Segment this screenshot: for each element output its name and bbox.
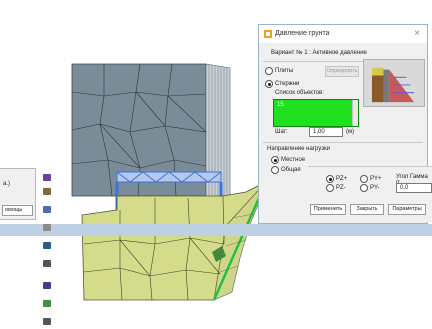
pressure-preview-image [363,59,425,107]
left-panel-label: а.) [3,181,11,187]
yellow-foundation-mesh[interactable] [81,181,268,301]
app-icon [264,30,272,38]
variant-label: Вариант № 1 : Активное давление [271,50,367,56]
radio-plates-label: Плиты [275,68,294,74]
radio-py-plus-label: PY+ [370,176,382,182]
radio-general-label: Общая [281,167,301,173]
radio-pz-plus[interactable]: PZ+ [326,175,347,183]
radio-local-icon[interactable] [271,156,279,164]
tool-icon-1[interactable] [43,174,51,181]
parameters-button[interactable]: Параметры [388,204,426,215]
radio-rods-icon[interactable] [265,80,273,88]
listbox-scrollbar[interactable] [352,100,358,126]
radio-py-minus-label: PY- [370,185,380,191]
list-item[interactable]: 15 [277,102,284,108]
bottom-parameter-panel: PZ+ PZ- PY+ PY- Угол Гамма (г 0,0 Примен… [308,166,432,222]
radio-plates-icon[interactable] [265,67,273,75]
objects-listbox[interactable]: 15 [273,99,359,127]
step-unit: (м) [346,129,355,135]
radio-general[interactable]: Общая [271,166,301,174]
left-panel: а.) омощь [0,168,36,220]
radio-local[interactable]: Местное [271,156,305,164]
radio-pz-plus-label: PZ+ [336,176,348,182]
radio-pz-minus-label: PZ- [336,185,346,191]
radio-rods-label: Стержни [275,81,300,87]
radio-rods[interactable]: Стержни [265,80,299,88]
tool-icon-9[interactable] [43,318,51,325]
step-input[interactable]: 1,00 [309,127,343,137]
radio-pz-plus-icon[interactable] [326,175,334,183]
tool-icon-2[interactable] [43,188,51,195]
dialog-title: Давление грунта [275,30,330,37]
tool-icon-4[interactable] [43,224,51,231]
radio-plates[interactable]: Плиты [265,67,293,75]
apply-button[interactable]: Применить [310,204,346,215]
objects-list-label: Список объектов: [275,90,324,96]
close-icon[interactable]: × [414,28,420,39]
tool-icon-8[interactable] [43,300,51,307]
step-label: Шаг: [275,129,288,135]
tool-icon-3[interactable] [43,206,51,213]
radio-py-plus-icon[interactable] [360,175,368,183]
radio-pz-minus[interactable]: PZ- [326,184,346,192]
define-button[interactable]: Определить [325,66,359,77]
divider [263,142,423,143]
radio-py-minus-icon[interactable] [360,184,368,192]
tool-icon-5[interactable] [43,242,51,249]
close-button[interactable]: Закрыть [350,204,384,215]
dialog-titlebar[interactable]: Давление грунта × [259,25,427,43]
tool-icon-7[interactable] [43,282,51,289]
radio-py-plus[interactable]: PY+ [360,175,382,183]
radio-local-label: Местное [281,157,306,163]
radio-pz-minus-icon[interactable] [326,184,334,192]
radio-py-minus[interactable]: PY- [360,184,379,192]
gamma-input[interactable]: 0,0 [396,183,432,193]
model-viewport[interactable]: а.) омощь Давление грунта × Вариант № 1 … [0,0,432,329]
vertical-toolbar [40,172,54,329]
radio-general-icon[interactable] [271,166,279,174]
help-button[interactable]: омощь [2,205,33,216]
tool-icon-6[interactable] [43,260,51,267]
load-direction-label: Направление нагрузки [267,146,330,152]
status-band [0,224,432,236]
